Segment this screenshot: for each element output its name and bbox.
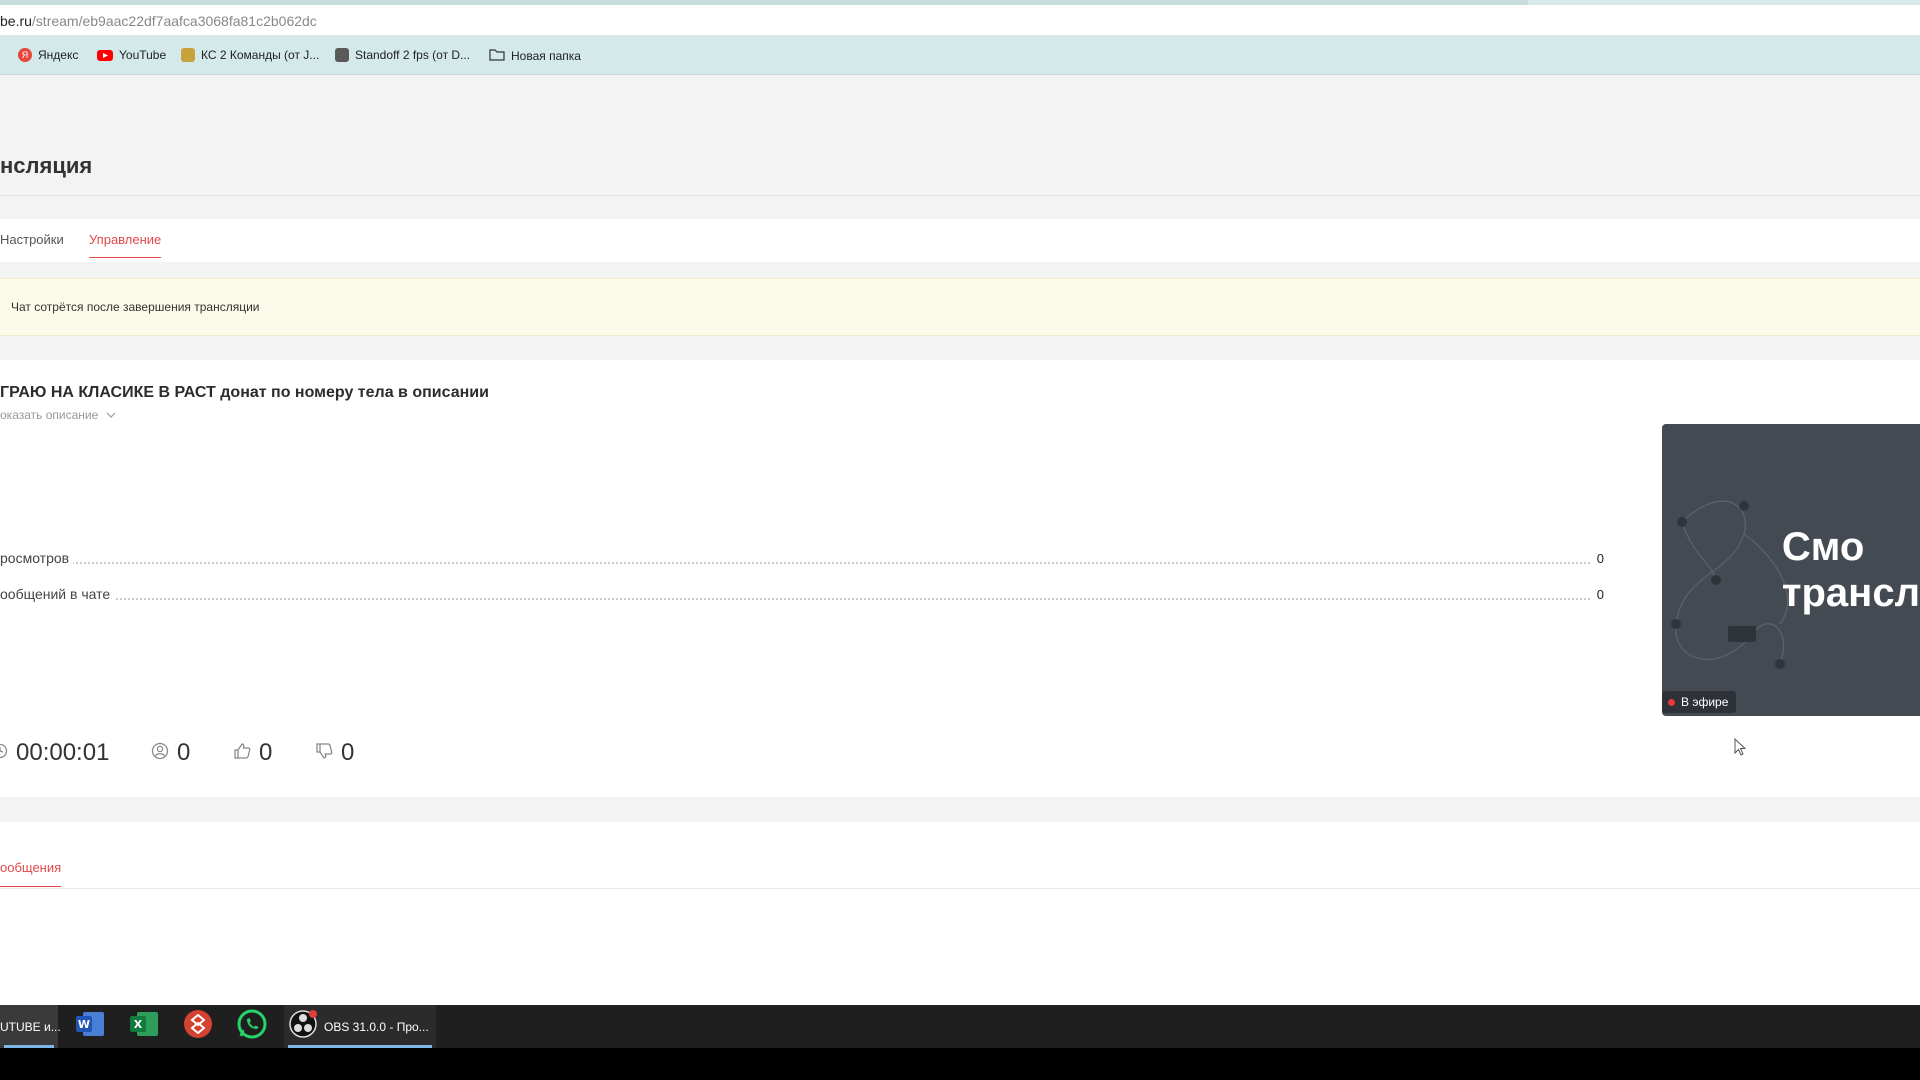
tab-bar: Настройки Управление (0, 219, 1920, 262)
metric-duration: 00:00:01 (0, 739, 109, 767)
url-host: be.ru (0, 13, 32, 29)
mouse-cursor-icon (1734, 737, 1748, 763)
bookmark-yandex[interactable]: Я Яндекс (18, 48, 78, 62)
youtube-icon (97, 49, 113, 61)
browser-window: be.ru/stream/eb9aac22df7aafca3068fa81c2b… (0, 0, 1920, 1005)
notice-text: Чат сотрётся после завершения трансляции (11, 300, 260, 314)
bookmarks-bar: Я Яндекс YouTube КС 2 Команды (от J... S… (0, 36, 1920, 75)
likes-value: 0 (259, 739, 273, 766)
live-dot-icon (1668, 698, 1675, 706)
stat-label: ообщений в чате (0, 586, 115, 602)
metric-viewers: 0 (151, 739, 190, 767)
taskbar-whatsapp[interactable] (234, 1005, 270, 1048)
live-label: В эфире (1681, 695, 1729, 709)
toggle-label: оказать описание (0, 408, 99, 422)
yandex-icon: Я (18, 48, 32, 62)
svg-text:W: W (78, 1018, 90, 1031)
stat-value: 0 (1590, 587, 1604, 602)
stream-preview[interactable]: Смо трансл (1662, 424, 1920, 716)
taskbar-word[interactable]: W (72, 1005, 108, 1048)
taskbar-excel[interactable]: X (126, 1005, 162, 1048)
stream-card: ГРАЮ НА КЛАСИКЕ В РАСТ донат по номеру т… (0, 360, 1920, 797)
thumbs-up-icon (233, 742, 251, 765)
bookmark-cs2[interactable]: КС 2 Команды (от J... (181, 48, 319, 62)
stat-label: росмотров (0, 550, 74, 566)
divider (0, 888, 1920, 889)
taskbar-label: UTUBE и... (0, 1019, 61, 1034)
bookmark-label: КС 2 Команды (от J... (201, 48, 320, 62)
show-description-toggle[interactable]: оказать описание (0, 408, 116, 422)
bookmark-youtube[interactable]: YouTube (97, 48, 166, 62)
excel-icon: X (129, 1011, 159, 1042)
url-path: /stream/eb9aac22df7aafca3068fa81c2b062dc (31, 13, 317, 29)
stream-title: ГРАЮ НА КЛАСИКЕ В РАСТ донат по номеру т… (0, 384, 489, 401)
duration-value: 00:00:01 (16, 739, 110, 766)
url-text[interactable]: be.ru/stream/eb9aac22df7aafca3068fa81c2b… (0, 13, 317, 29)
folder-icon (489, 48, 505, 64)
bookmark-label: Яндекс (38, 48, 79, 62)
svg-text:X: X (134, 1018, 143, 1031)
clock-icon (0, 743, 8, 764)
bookmark-favicon-icon (181, 48, 195, 62)
whatsapp-icon (236, 1008, 268, 1045)
tab-settings[interactable]: Настройки (0, 232, 64, 247)
dislikes-value: 0 (341, 739, 355, 766)
bookmark-label: Standoff 2 fps (от D... (355, 48, 471, 62)
bookmark-standoff[interactable]: Standoff 2 fps (от D... (335, 48, 470, 62)
tab-messages[interactable]: ообщения (0, 860, 62, 887)
bookmark-favicon-icon (335, 48, 349, 62)
taskbar-obs[interactable]: OBS 31.0.0 - Про... (284, 1005, 436, 1048)
taskbar-label: OBS 31.0.0 - Про... (324, 1019, 429, 1034)
bookmark-label: Новая папка (511, 49, 581, 63)
live-badge: В эфире (1662, 691, 1737, 713)
screen-bottom-edge (0, 1048, 1920, 1080)
address-bar[interactable]: be.ru/stream/eb9aac22df7aafca3068fa81c2b… (0, 5, 1920, 36)
viewers-value: 0 (177, 739, 191, 766)
page-header: нсляция (0, 75, 1920, 196)
bookmark-label: YouTube (119, 48, 167, 62)
preview-text: Смо трансл (1781, 525, 1920, 615)
anydesk-icon (183, 1009, 213, 1044)
stat-chat-messages: ообщений в чате 0 (0, 586, 1610, 604)
chevron-down-icon (102, 408, 116, 422)
obs-icon (288, 1009, 318, 1044)
user-icon (151, 742, 169, 765)
taskbar-browser[interactable]: UTUBE и... (0, 1005, 61, 1048)
page-title: нсляция (0, 153, 93, 178)
chat-notice-banner: Чат сотрётся после завершения трансляции (0, 278, 1920, 336)
word-icon: W (75, 1011, 105, 1042)
taskbar: UTUBE и... W X OBS 31.0.0 - Про... (0, 1005, 1920, 1048)
chat-section: ообщения (0, 822, 1920, 1005)
metric-dislikes: 0 (315, 739, 354, 767)
stat-value: 0 (1590, 551, 1604, 566)
thumbs-down-icon (315, 742, 333, 765)
metric-likes: 0 (233, 739, 272, 767)
bookmark-folder[interactable]: Новая папка (489, 48, 581, 64)
tab-management[interactable]: Управление (89, 232, 162, 258)
taskbar-anydesk[interactable] (180, 1005, 216, 1048)
stat-views: росмотров 0 (0, 550, 1610, 568)
